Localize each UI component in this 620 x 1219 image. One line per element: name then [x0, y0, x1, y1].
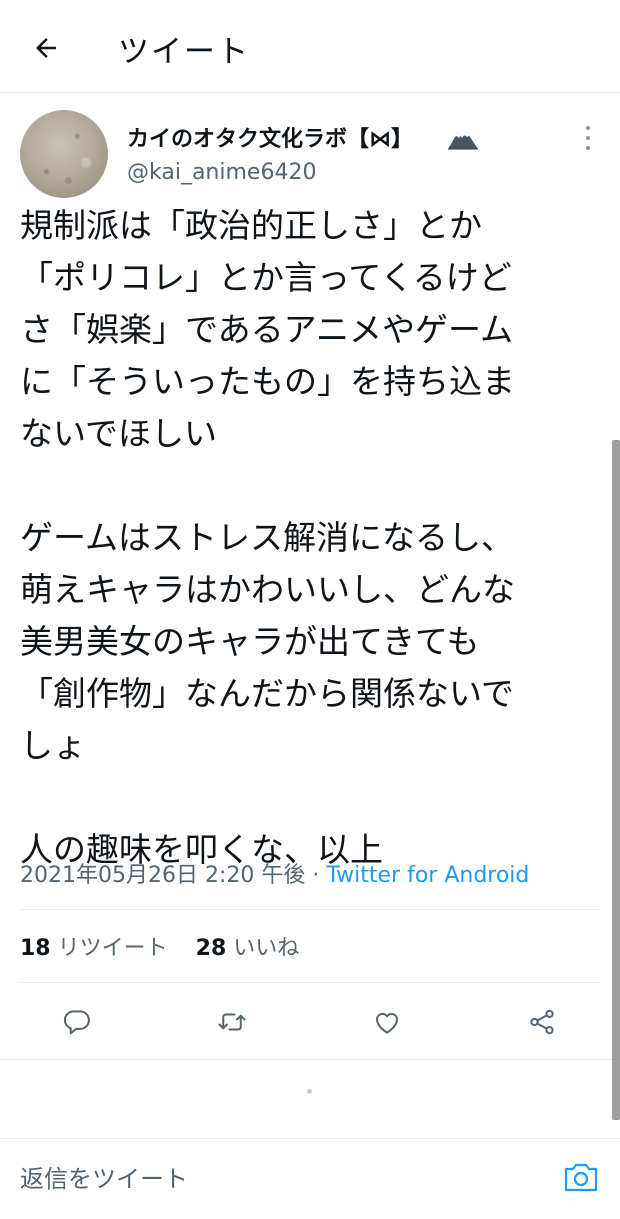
- tweet-text-line: ゲームはストレス解消になるし、: [20, 518, 515, 557]
- retweets-label: リツイート: [57, 936, 168, 961]
- divider: [0, 1059, 620, 1060]
- retweet-icon: [218, 1013, 246, 1031]
- tweet-stats: 18 リツイート 28 いいね: [20, 930, 299, 962]
- retweets-stat[interactable]: 18 リツイート: [20, 936, 168, 961]
- meta-separator: ·: [305, 863, 327, 888]
- tweet-text-line: しょ: [20, 726, 86, 765]
- avatar[interactable]: [20, 110, 108, 198]
- tweet-text-line: ないでほしい: [20, 414, 218, 453]
- top-app-bar: ツイート: [0, 0, 620, 93]
- page-title: ツイート: [118, 34, 250, 70]
- heart-icon: [376, 1012, 398, 1034]
- tweet-meta: 2021年05月26日 2:20 午後 · Twitter for Androi…: [20, 857, 529, 889]
- reply-icon: [63, 1010, 90, 1035]
- camera-icon[interactable]: [562, 1159, 600, 1195]
- share-button[interactable]: [522, 1002, 562, 1042]
- tweet-text-line: 「ポリコレ」とか言ってくるけど: [20, 258, 512, 297]
- tweet-text-line: 美男美女のキャラが出てきても: [20, 622, 480, 661]
- divider: [20, 909, 600, 910]
- arrow-left-icon: [36, 38, 56, 58]
- tweet-source-link[interactable]: Twitter for Android: [326, 863, 529, 888]
- tweet-text-line: さ「娯楽」であるアニメやゲーム: [20, 310, 514, 349]
- share-icon: [530, 1009, 554, 1035]
- tweet-timestamp[interactable]: 2021年05月26日 2:20 午後: [20, 863, 305, 888]
- back-button[interactable]: [26, 28, 66, 68]
- snow-mountain-icon: [448, 131, 478, 150]
- author-display-name[interactable]: カイのオタク文化ラボ【⋈】: [127, 121, 413, 153]
- reply-bar: 返信をツイート: [0, 1138, 620, 1219]
- retweets-count: 18: [20, 936, 51, 961]
- like-button[interactable]: [367, 1002, 407, 1042]
- loading-dot: [307, 1089, 312, 1094]
- more-options-button[interactable]: [576, 122, 600, 154]
- divider: [20, 982, 600, 983]
- tweet-text-line: 萌えキャラはかわいいし、どんな: [20, 570, 515, 609]
- tweet-text-line: 「創作物」なんだから関係ないで: [20, 674, 515, 713]
- tweet-text-line: 規制派は「政治的正しさ」とか: [20, 206, 482, 245]
- reply-input[interactable]: 返信をツイート: [20, 1161, 540, 1197]
- likes-count: 28: [195, 936, 227, 961]
- tweet-text-line: に「そういったもの」を持ち込ま: [20, 362, 515, 401]
- tweet-text: 規制派は「政治的正しさ」とか 「ポリコレ」とか言ってくるけど さ「娯楽」であるア…: [20, 200, 595, 876]
- more-vertical-icon: [586, 126, 590, 130]
- likes-label: いいね: [233, 936, 300, 961]
- tweet-actions-bar: [0, 998, 620, 1046]
- retweet-button[interactable]: [212, 1002, 252, 1042]
- author-username[interactable]: @kai_anime6420: [127, 160, 316, 185]
- scrollbar[interactable]: [612, 440, 620, 1120]
- likes-stat[interactable]: 28 いいね: [196, 936, 300, 961]
- reply-button[interactable]: [57, 1002, 97, 1042]
